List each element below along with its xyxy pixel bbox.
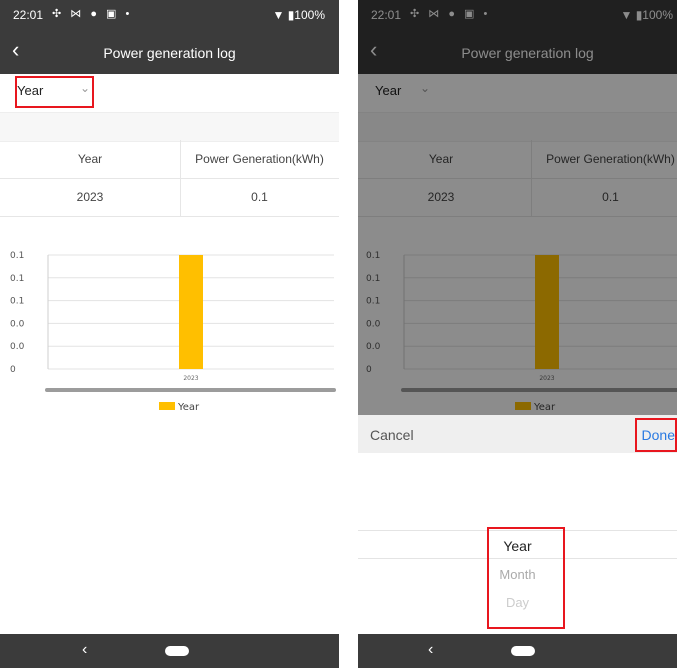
home-pill-icon[interactable] (165, 646, 189, 656)
modal-overlay[interactable] (358, 0, 677, 415)
status-bar: 22:01 ✣ ⋈ ● ▣ • ▼ ▮100% (0, 0, 339, 30)
page-title: Power generation log (103, 45, 236, 61)
chart-area: 0.1 0.1 0.1 0.0 0.0 0 2023 Year (0, 240, 339, 420)
y-tick-label: 0.1 (10, 251, 24, 261)
bar (179, 255, 203, 369)
status-icons: ✣ ⋈ ● ▣ • (52, 8, 133, 20)
scrollbar (45, 388, 336, 392)
highlight-box (635, 418, 677, 452)
nav-back-icon[interactable]: ‹ (82, 641, 87, 659)
table-header-power: Power Generation(kWh) (195, 152, 324, 166)
bar-chart: 0.1 0.1 0.1 0.0 0.0 0 2023 Year (10, 251, 336, 413)
legend-label: Year (177, 402, 200, 413)
cancel-button[interactable]: Cancel (370, 427, 414, 443)
table-cell-power: 0.1 (251, 190, 268, 204)
table-cell-year: 2023 (0, 178, 181, 216)
y-tick-label: 0.0 (10, 342, 25, 352)
nav-back-icon[interactable]: ‹ (428, 641, 433, 659)
legend-swatch (159, 402, 175, 410)
table-row: 2023 0.1 (0, 178, 339, 217)
highlight-box (15, 76, 94, 108)
generation-table: Year Power Generation(kWh) 2023 0.1 (0, 140, 339, 217)
system-nav-bar: ‹ (0, 634, 339, 668)
home-pill-icon[interactable] (511, 646, 535, 656)
system-nav-bar: ‹ (358, 634, 677, 668)
table-header-year: Year (0, 140, 181, 178)
picker-sheet: Cancel Done Year Month Day (358, 415, 677, 634)
y-tick-label: 0 (10, 365, 16, 375)
y-tick-label: 0.1 (10, 274, 24, 284)
y-tick-label: 0.0 (10, 319, 25, 329)
y-tick-label: 0.1 (10, 297, 24, 307)
highlight-box (487, 527, 565, 629)
x-tick-label: 2023 (183, 375, 198, 382)
phone-screen-left: 22:01 ✣ ⋈ ● ▣ • ▼ ▮100% ‹ Power generati… (0, 0, 339, 668)
table-header-row: Year Power Generation(kWh) (0, 140, 339, 179)
spacer-band (0, 112, 339, 142)
phone-screen-right: 22:01 ✣ ⋈ ● ▣ • ▼ ▮100% ‹ Power generati… (358, 0, 677, 668)
status-time: 22:01 (13, 8, 44, 22)
picker-header: Cancel Done (358, 415, 677, 453)
battery-indicator: ▼ ▮100% (272, 8, 325, 22)
title-bar: ‹ Power generation log (0, 30, 339, 74)
